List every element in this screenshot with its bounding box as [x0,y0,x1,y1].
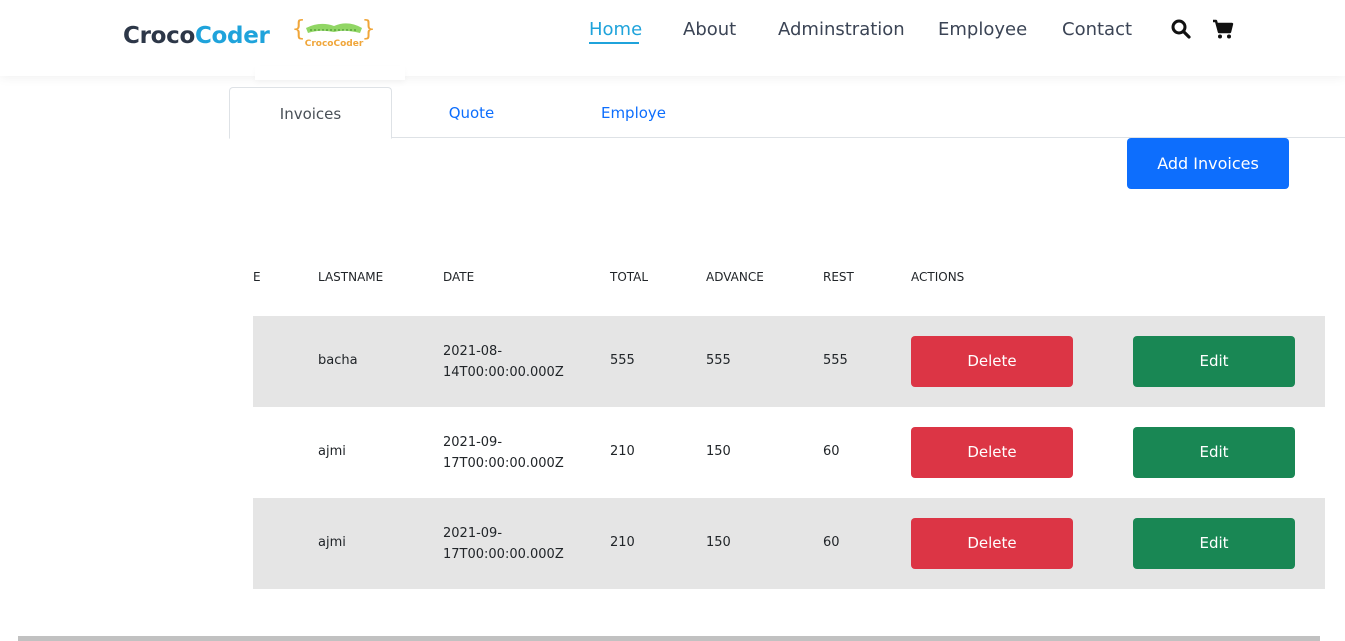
date-part-a: 2021-08- [443,344,503,359]
add-invoices-button[interactable]: Add Invoices [1127,138,1289,189]
nav-about[interactable]: About [683,19,736,40]
date-cell: 2021-08- 14T00:00:00.000Z [443,341,564,383]
date-cell: 2021-09- 17T00:00:00.000Z [443,523,564,565]
delete-button[interactable]: Delete [911,336,1073,387]
date-part-b: 14T00:00:00.000Z [443,365,564,380]
nav-contact[interactable]: Contact [1062,19,1132,40]
logo-backdrop [255,66,405,80]
rest-cell: 60 [823,444,840,459]
date-part-b: 17T00:00:00.000Z [443,547,564,562]
column-header-rest: REST [823,270,854,284]
column-header-date: DATE [443,270,475,284]
column-header-lastname: LASTNAME [318,270,384,284]
table-row: ajmi 2021-09- 17T00:00:00.000Z 210 150 60… [253,407,1325,498]
advance-cell: 150 [706,535,731,550]
delete-button[interactable]: Delete [911,518,1073,569]
column-header-advance: ADVANCE [706,270,764,284]
column-header-partial: E [253,270,261,284]
brand-part-2: Coder [194,23,270,49]
table-row: ajmi 2021-09- 17T00:00:00.000Z 210 150 60… [253,498,1325,589]
nav-active-underline [589,42,639,44]
total-cell: 210 [610,535,635,550]
edit-button[interactable]: Edit [1133,518,1295,569]
brand-name[interactable]: CrocoCoder [123,23,270,49]
brand-part-1: Croco [123,23,195,49]
crococoder-logo[interactable]: { } CrocoCoder [290,14,378,52]
logo-text: CrocoCoder [305,39,364,49]
date-part-a: 2021-09- [443,526,503,541]
tab-invoices[interactable]: Invoices [229,87,392,139]
column-header-total: TOTAL [610,270,649,284]
search-icon[interactable] [1169,17,1193,41]
tab-quote[interactable]: Quote [391,87,552,137]
advance-cell: 150 [706,444,731,459]
total-cell: 555 [610,353,635,368]
total-cell: 210 [610,444,635,459]
column-header-actions: ACTIONS [911,270,965,284]
delete-button[interactable]: Delete [911,427,1073,478]
svg-text:{: { [292,17,305,42]
nav-employee[interactable]: Employee [938,19,1027,40]
table-row: bacha 2021-08- 14T00:00:00.000Z 555 555 5… [253,316,1325,407]
lastname-cell: ajmi [318,444,346,459]
date-cell: 2021-09- 17T00:00:00.000Z [443,432,564,474]
date-part-a: 2021-09- [443,435,503,450]
nav-adminstration[interactable]: Adminstration [778,19,905,40]
lastname-cell: ajmi [318,535,346,550]
edit-button[interactable]: Edit [1133,336,1295,387]
lastname-cell: bacha [318,353,358,368]
cart-icon[interactable] [1211,17,1235,41]
date-part-b: 17T00:00:00.000Z [443,456,564,471]
top-navbar: CrocoCoder { } CrocoCoder Home About Adm… [0,0,1345,80]
svg-text:}: } [362,17,375,42]
horizontal-scrollbar[interactable] [18,636,1320,641]
tab-employe[interactable]: Employe [553,87,714,137]
advance-cell: 555 [706,353,731,368]
rest-cell: 555 [823,353,848,368]
edit-button[interactable]: Edit [1133,427,1295,478]
rest-cell: 60 [823,535,840,550]
nav-home[interactable]: Home [589,19,642,40]
